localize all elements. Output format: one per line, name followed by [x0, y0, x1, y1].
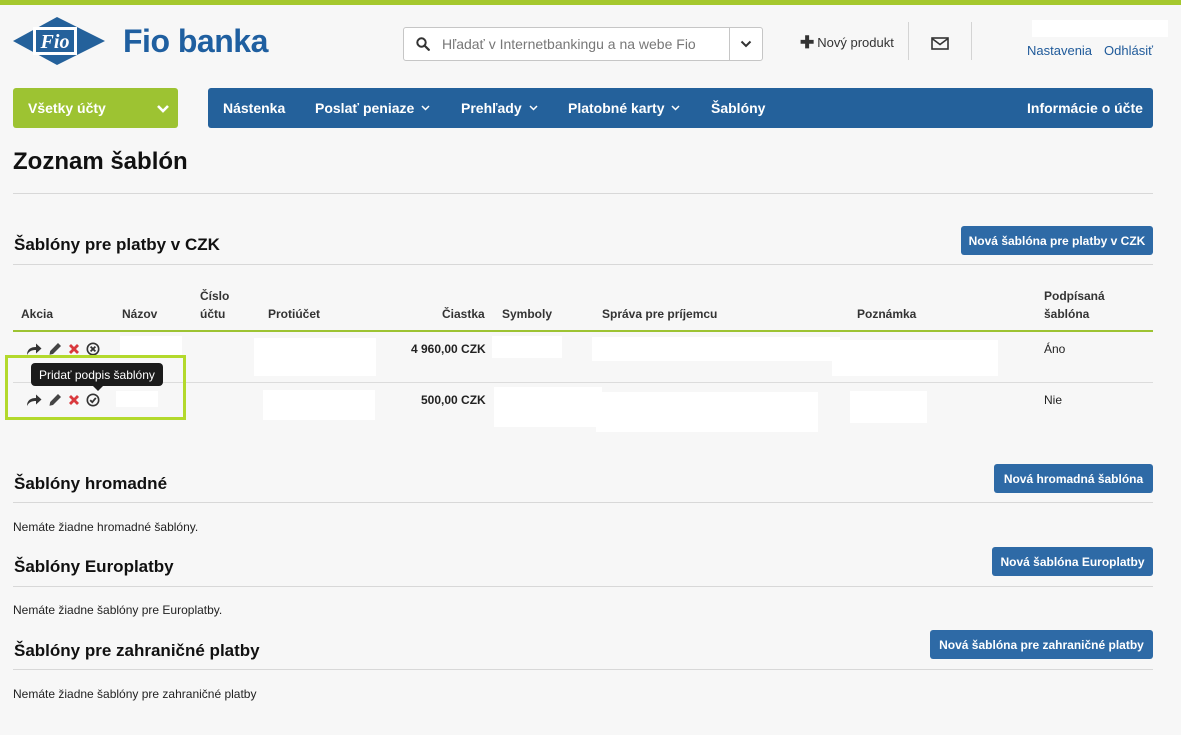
col-account: Číslo účtu: [200, 289, 230, 321]
chevron-down-icon: [529, 105, 538, 111]
table-header-line: [13, 330, 1153, 332]
new-product-label: Nový produkt: [817, 35, 894, 50]
section-title-foreign: Šablóny pre zahraničné platby: [14, 641, 260, 660]
chevron-down-icon: [671, 105, 681, 111]
col-signed: Podpísaná šablóna: [1044, 289, 1105, 321]
redacted-message: [596, 392, 818, 432]
redacted-note: [850, 391, 927, 423]
use-template-icon[interactable]: [26, 342, 42, 356]
col-note: Poznámka: [857, 307, 917, 321]
redacted-message: [592, 337, 840, 361]
col-symbols: Symboly: [502, 307, 553, 321]
col-amount: Čiastka: [442, 307, 485, 321]
new-product-button[interactable]: ✚ Nový produkt: [800, 33, 894, 52]
search-icon[interactable]: [404, 28, 442, 60]
section-divider: [13, 669, 1153, 670]
redacted-symbols: [492, 336, 562, 358]
nav-send-money[interactable]: Poslať peniaze: [315, 88, 430, 128]
section-title-czk: Šablóny pre platby v CZK: [14, 235, 220, 254]
search-bar: [403, 27, 763, 61]
nav-templates[interactable]: Šablóny: [711, 88, 765, 128]
signed-cell: Nie: [1044, 393, 1063, 407]
redacted-counter-account: [254, 338, 376, 376]
search-input[interactable]: [442, 29, 729, 59]
chevron-down-icon: [421, 105, 430, 111]
empty-message-euro: Nemáte žiadne šablóny pre Europlatby.: [13, 603, 223, 617]
nav-payment-cards[interactable]: Platobné karty: [568, 88, 681, 128]
amount-cell: 500,00 CZK: [421, 393, 486, 407]
top-accent-bar: [0, 0, 1181, 5]
fio-logo-icon: Fio: [13, 17, 105, 65]
user-name-redacted: [1032, 20, 1168, 37]
nav-account-info[interactable]: Informácie o účte: [1027, 88, 1143, 128]
fio-logo[interactable]: Fio Fio banka: [13, 17, 268, 65]
section-divider: [13, 264, 1153, 265]
edit-icon[interactable]: [48, 342, 62, 356]
chevron-down-icon[interactable]: [729, 28, 762, 60]
redacted-note: [832, 340, 998, 376]
col-counter-account: Protiúčet: [268, 307, 321, 321]
header-divider: [908, 22, 909, 60]
delete-icon[interactable]: [68, 343, 80, 355]
empty-message-bulk: Nemáte žiadne hromadné šablóny.: [13, 520, 199, 534]
nav-dashboard[interactable]: Nástenka: [223, 88, 285, 128]
all-accounts-dropdown[interactable]: Všetky účty: [13, 88, 178, 128]
redacted-counter-account: [263, 390, 375, 420]
section-title-bulk: Šablóny hromadné: [14, 474, 168, 493]
new-czk-template-button[interactable]: Nová šablóna pre platby v CZK: [961, 226, 1153, 255]
col-name: Názov: [122, 307, 158, 321]
nav-reports[interactable]: Prehľady: [461, 88, 538, 128]
new-foreign-template-button[interactable]: Nová šablóna pre zahraničné platby: [930, 630, 1153, 659]
new-euro-template-button[interactable]: Nová šablóna Europlatby: [992, 547, 1153, 576]
logout-link[interactable]: Odhlásiť: [1104, 43, 1153, 58]
section-divider: [13, 502, 1153, 503]
empty-message-foreign: Nemáte žiadne šablóny pre zahraničné pla…: [13, 687, 257, 701]
header-divider: [971, 22, 972, 60]
amount-cell: 4 960,00 CZK: [411, 342, 486, 356]
brand-name: Fio banka: [123, 22, 268, 59]
col-action: Akcia: [21, 307, 54, 321]
page-title: Zoznam šablón: [13, 148, 188, 175]
chevron-down-icon: [157, 104, 169, 113]
col-message: Správa pre príjemcu: [602, 307, 718, 321]
redacted-symbols: [494, 387, 602, 427]
remove-signature-icon[interactable]: [86, 342, 100, 356]
mail-icon[interactable]: [931, 37, 949, 55]
section-title-euro: Šablóny Europlatby: [14, 557, 174, 576]
svg-text:Fio: Fio: [40, 31, 70, 53]
section-divider: [13, 586, 1153, 587]
accounts-label: Všetky účty: [28, 100, 106, 116]
plus-icon: ✚: [800, 33, 815, 52]
signed-cell: Áno: [1044, 342, 1066, 356]
title-divider: [13, 193, 1153, 194]
main-navigation: Nástenka Poslať peniaze Prehľady Platobn…: [208, 88, 1153, 128]
add-signature-tooltip: Pridať podpis šablóny: [31, 363, 163, 391]
new-bulk-template-button[interactable]: Nová hromadná šablóna: [994, 464, 1153, 493]
settings-link[interactable]: Nastavenia: [1027, 43, 1092, 58]
